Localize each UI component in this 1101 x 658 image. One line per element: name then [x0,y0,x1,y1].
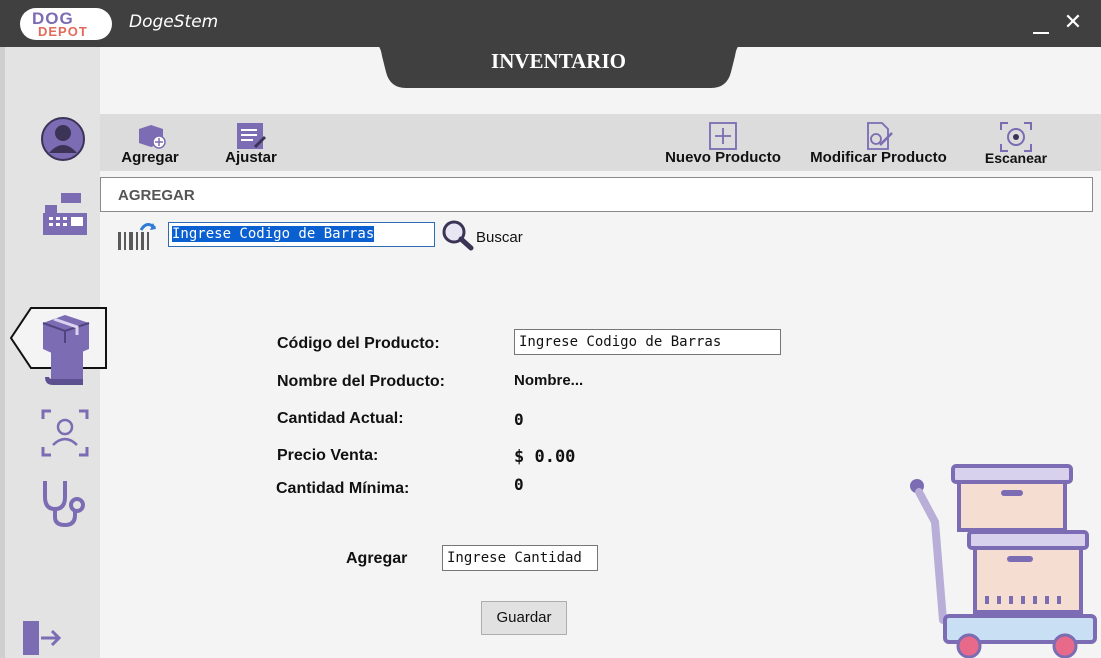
ajustar-label: Ajustar [225,149,277,166]
codigo-input[interactable]: Ingrese Codigo de Barras [514,329,781,355]
section-header: AGREGAR [100,177,1093,212]
nombre-label: Nombre del Producto: [277,373,446,390]
title-bar: DOG DEPOT DogeStem ✕ [0,0,1101,47]
agregar-cantidad-label: Agregar [346,550,408,567]
barcode-search-value: Ingrese Codigo de Barras [172,226,375,242]
escanear-button[interactable]: Escanear [982,114,1050,171]
plus-box-icon [709,122,737,150]
scan-icon [1000,122,1032,152]
close-icon[interactable]: ✕ [1063,12,1083,34]
logout-icon[interactable] [19,613,71,658]
cart-boxes-illustration [910,464,1097,658]
nuevo-producto-button[interactable]: Nuevo Producto [662,114,784,171]
barcode-search-input[interactable]: Ingrese Codigo de Barras [168,222,435,247]
cantidad-minima-label: Cantidad Mínima: [276,480,410,497]
codigo-label: Código del Producto: [277,335,440,352]
sidebar [0,47,107,658]
nuevo-producto-label: Nuevo Producto [665,149,781,166]
cantidad-actual-label: Cantidad Actual: [277,410,404,427]
section-title: AGREGAR [118,187,195,204]
nombre-value: Nombre... [514,372,584,389]
page-title: INVENTARIO [491,49,626,73]
box-add-icon [139,125,166,149]
guardar-button[interactable]: Guardar [481,601,567,635]
search-icon[interactable] [441,219,475,251]
precio-label: Precio Venta: [277,447,379,464]
cantidad-actual-value: 0 [514,410,524,429]
document-edit-icon [866,122,893,150]
face-scan-icon[interactable] [39,407,91,459]
app-title: DogeStem [129,12,219,32]
precio-value: $ 0.00 [514,447,576,467]
agregar-label: Agregar [121,149,179,166]
cash-register-icon[interactable] [39,191,91,243]
user-icon[interactable] [39,115,91,167]
book-icon[interactable] [39,339,91,391]
modificar-producto-button[interactable]: Modificar Producto [806,114,951,171]
app-logo: DOG DEPOT [20,8,112,40]
stethoscope-icon[interactable] [37,477,89,529]
buscar-button[interactable]: Buscar [476,229,523,246]
list-edit-icon [237,123,267,149]
barcode-refresh-icon[interactable] [117,220,159,252]
modificar-producto-label: Modificar Producto [810,149,947,166]
cantidad-input[interactable]: Ingrese Cantidad [442,545,598,571]
toolbar: Agregar Ajustar Nuevo Producto Modificar… [100,114,1101,171]
cantidad-minima-value: 0 [514,475,524,494]
minimize-icon[interactable] [1033,17,1051,35]
escanear-label: Escanear [984,150,1048,166]
logo-line2: DEPOT [38,24,88,39]
ajustar-button[interactable]: Ajustar [220,114,282,171]
agregar-button[interactable]: Agregar [118,114,182,171]
